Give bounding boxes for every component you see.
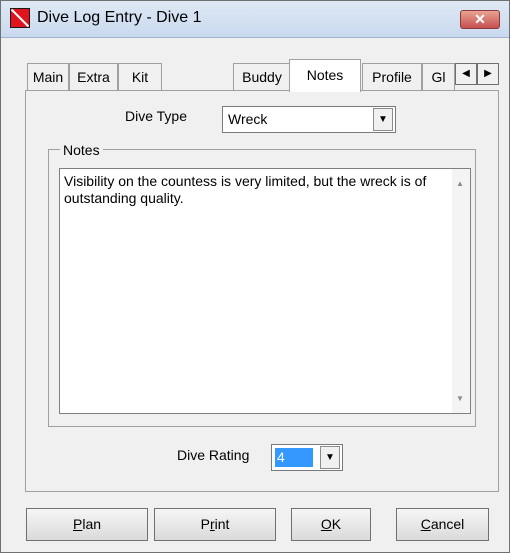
notes-scrollbar[interactable]: ▲ ▼ (452, 169, 470, 413)
tab-scroll-left-button[interactable]: ◀ (455, 63, 477, 85)
ok-label-rest: K (331, 516, 342, 532)
chevron-right-icon: ▶ (484, 68, 492, 79)
tab-main[interactable]: Main (27, 63, 69, 91)
dive-rating-label: Dive Rating (177, 447, 250, 463)
scroll-down-icon[interactable]: ▼ (456, 394, 464, 403)
ok-button[interactable]: OK (291, 508, 371, 541)
dive-rating-select[interactable]: 4 ▼ (271, 444, 343, 471)
tab-extra[interactable]: Extra (69, 63, 118, 91)
tab-scroll-right-button[interactable]: ▶ (477, 63, 499, 85)
print-label-start: P (200, 516, 210, 532)
cancel-button[interactable]: Cancel (396, 508, 489, 541)
plan-label-rest: lan (82, 516, 102, 532)
dive-type-value: Wreck (228, 111, 268, 127)
ok-accel: O (320, 516, 332, 532)
tab-kit[interactable]: Kit (118, 63, 162, 91)
chevron-down-icon: ▼ (325, 452, 335, 463)
dive-log-window: Dive Log Entry - Dive 1 ✕ Main Extra Kit… (0, 0, 510, 553)
dive-type-select[interactable]: Wreck ▼ (222, 106, 396, 133)
title-bar[interactable]: Dive Log Entry - Dive 1 ✕ (1, 1, 509, 38)
cancel-accel: C (420, 516, 431, 532)
print-button[interactable]: Print (154, 508, 276, 541)
plan-button[interactable]: Plan (26, 508, 148, 541)
close-button[interactable]: ✕ (460, 10, 500, 29)
chevron-left-icon: ◀ (462, 68, 470, 79)
print-label-rest: int (214, 516, 230, 532)
scroll-up-icon[interactable]: ▲ (456, 179, 464, 188)
notes-text: Visibility on the countess is very limit… (64, 173, 427, 206)
dive-rating-dropdown-button[interactable]: ▼ (320, 446, 340, 469)
tab-notes[interactable]: Notes (289, 59, 361, 92)
dive-log-app-icon[interactable] (10, 8, 30, 28)
tab-scroll-arrows: ◀ ▶ (455, 63, 499, 85)
tab-gl[interactable]: Gl (422, 63, 455, 91)
cancel-label-rest: ancel (430, 516, 465, 532)
notes-textarea[interactable]: Visibility on the countess is very limit… (59, 168, 471, 414)
tab-profile[interactable]: Profile (362, 63, 422, 91)
close-icon: ✕ (474, 11, 486, 27)
chevron-down-icon: ▼ (378, 114, 388, 125)
plan-accel: P (72, 516, 83, 532)
dive-type-dropdown-button[interactable]: ▼ (373, 108, 393, 131)
dive-rating-value: 4 (275, 448, 313, 467)
window-title: Dive Log Entry - Dive 1 (37, 9, 202, 26)
tab-buddy[interactable]: Buddy (233, 63, 291, 91)
dive-type-label: Dive Type (125, 108, 187, 124)
notes-group-label: Notes (60, 142, 103, 158)
